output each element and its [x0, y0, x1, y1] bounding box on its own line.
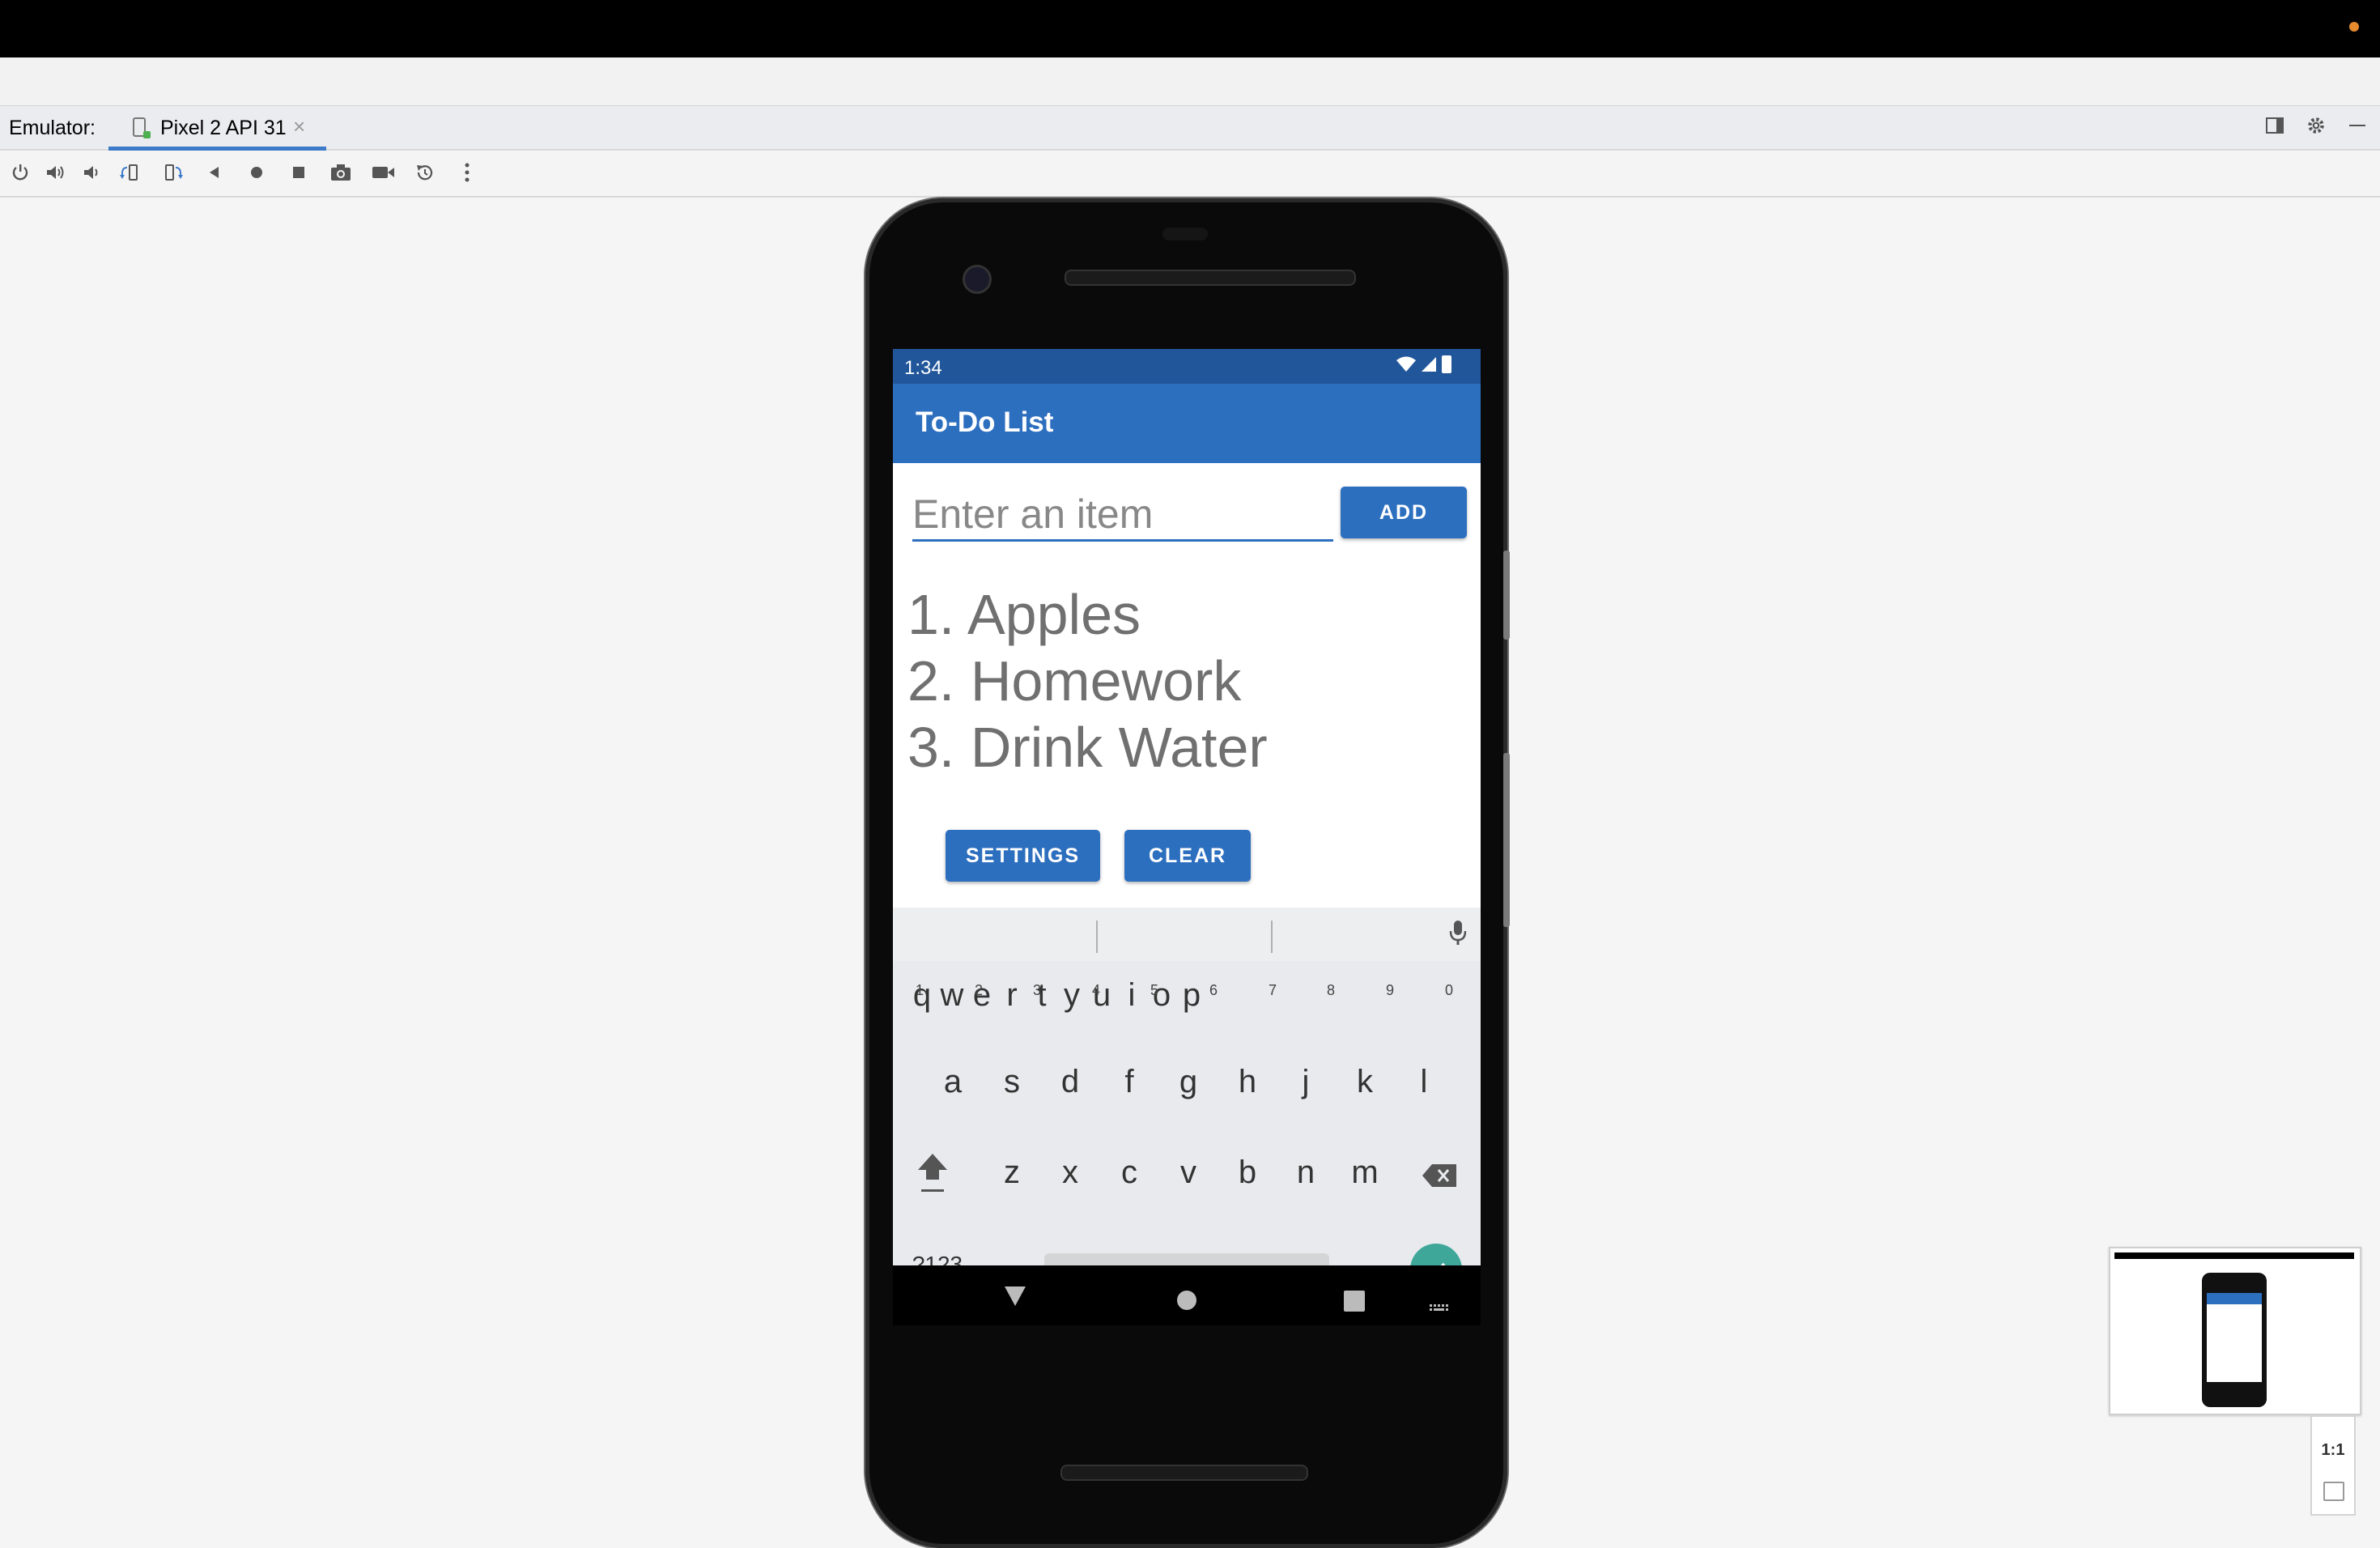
key-d[interactable]: d — [1042, 1064, 1099, 1100]
battery-icon — [1442, 355, 1451, 373]
key-g[interactable]: g — [1160, 1064, 1217, 1100]
navigation-bar — [893, 1265, 1481, 1325]
todo-list: 1. Apples 2. Homework 3. Drink Water — [907, 581, 1268, 780]
key-hint: 3 — [1032, 982, 1041, 998]
key-a[interactable]: a — [924, 1064, 981, 1100]
layout-toggle-icon[interactable] — [2263, 113, 2287, 138]
key-hint: 9 — [1385, 982, 1394, 998]
power-button — [1503, 551, 1510, 640]
key-l[interactable]: l — [1396, 1064, 1452, 1100]
phone-screen: 1:34 To-Do List ADD 1. Apples 2. Homewor… — [893, 349, 1481, 1325]
front-camera — [963, 265, 992, 294]
more-options-icon[interactable] — [453, 159, 481, 186]
key-hint: 5 — [1150, 982, 1158, 998]
key-f[interactable]: f — [1101, 1064, 1158, 1100]
suggestion-strip — [893, 908, 1481, 961]
microphone-icon[interactable] — [1448, 919, 1468, 953]
wifi-icon — [1396, 356, 1416, 372]
settings-button[interactable]: SETTINGS — [946, 830, 1100, 882]
key-x[interactable]: x — [1042, 1155, 1099, 1191]
list-item: 1. Apples — [907, 583, 1141, 646]
minimap-app-bar — [2207, 1293, 2262, 1304]
key-n[interactable]: n — [1277, 1155, 1334, 1191]
zoom-controls: 1:1 — [2310, 1415, 2356, 1516]
key-j[interactable]: j — [1277, 1064, 1334, 1100]
key-b[interactable]: b — [1219, 1155, 1276, 1191]
minimap-topbar — [2114, 1252, 2354, 1259]
key-hint: 7 — [1268, 982, 1277, 998]
close-tab-icon[interactable]: × — [293, 114, 305, 139]
earpiece-speaker — [1065, 270, 1356, 286]
key-hint: 2 — [974, 982, 983, 998]
nav-back-icon[interactable] — [1003, 1283, 1027, 1315]
status-bar: 1:34 — [893, 349, 1481, 384]
recording-indicator — [2349, 22, 2359, 32]
power-icon[interactable] — [6, 159, 34, 186]
key-hint: 0 — [1444, 982, 1453, 998]
key-hint: 6 — [1209, 982, 1218, 998]
bottom-speaker — [1060, 1465, 1308, 1481]
device-tab-label: Pixel 2 API 31 — [160, 117, 287, 139]
key-hint: 4 — [1091, 982, 1100, 998]
signal-icon — [1422, 357, 1436, 372]
key-hint: 8 — [1326, 982, 1335, 998]
volume-rocker — [1503, 753, 1510, 927]
app-title: To-Do List — [916, 406, 1054, 438]
rotate-right-icon[interactable] — [159, 159, 186, 186]
list-item: 2. Homework — [907, 649, 1242, 712]
minimize-icon[interactable] — [2345, 113, 2369, 138]
rotate-left-icon[interactable] — [117, 159, 144, 186]
key-z[interactable]: z — [984, 1155, 1040, 1191]
top-bar — [0, 0, 2380, 57]
proximity-sensor — [1162, 228, 1208, 240]
emulator-toolbar — [0, 151, 2380, 198]
device-icon — [133, 117, 151, 138]
zoom-actual-size-button[interactable]: 1:1 — [2312, 1441, 2354, 1460]
key-c[interactable]: c — [1101, 1155, 1158, 1191]
settings-gear-icon[interactable] — [2304, 113, 2328, 138]
overview-icon[interactable] — [285, 159, 312, 186]
soft-keyboard: q w e r t y u i o p 1 2 3 4 5 6 7 8 9 0 … — [893, 908, 1481, 1295]
keyboard-switch-icon[interactable] — [1429, 1291, 1450, 1323]
minimap-phone — [2202, 1273, 2267, 1407]
key-v[interactable]: v — [1160, 1155, 1217, 1191]
back-icon[interactable] — [201, 159, 228, 186]
volume-up-icon[interactable] — [42, 159, 70, 186]
status-icons — [1396, 355, 1451, 373]
suggestion-divider — [1271, 921, 1273, 953]
key-s[interactable]: s — [984, 1064, 1040, 1100]
device-tab[interactable]: Pixel 2 API 31 × — [108, 106, 326, 151]
backspace-key[interactable] — [1411, 1160, 1468, 1197]
list-item: 3. Drink Water — [907, 716, 1268, 779]
app-bar: To-Do List — [893, 384, 1481, 463]
nav-home-icon[interactable] — [1176, 1286, 1197, 1318]
zoom-fit-icon[interactable] — [2323, 1482, 2344, 1501]
nav-overview-icon[interactable] — [1344, 1287, 1365, 1319]
key-k[interactable]: k — [1337, 1064, 1393, 1100]
key-hint: 1 — [915, 982, 924, 998]
emulator-tab-bar — [0, 106, 2380, 151]
suggestion-divider — [1096, 921, 1098, 953]
minimap-screen — [2207, 1293, 2262, 1382]
volume-down-icon[interactable] — [78, 159, 105, 186]
emulator-label: Emulator: — [9, 117, 96, 139]
add-button[interactable]: ADD — [1341, 487, 1467, 538]
key-h[interactable]: h — [1219, 1064, 1276, 1100]
window-header-strip — [0, 57, 2380, 107]
shift-key[interactable] — [904, 1150, 961, 1204]
snapshot-icon[interactable] — [411, 159, 439, 186]
key-m[interactable]: m — [1337, 1155, 1393, 1191]
screenshot-icon[interactable] — [327, 159, 355, 186]
minimap-preview[interactable] — [2109, 1247, 2361, 1415]
screen-record-icon[interactable] — [369, 159, 397, 186]
status-time: 1:34 — [904, 357, 942, 379]
home-icon[interactable] — [243, 159, 270, 186]
clear-button[interactable]: CLEAR — [1124, 830, 1251, 882]
item-input[interactable] — [912, 489, 1333, 542]
